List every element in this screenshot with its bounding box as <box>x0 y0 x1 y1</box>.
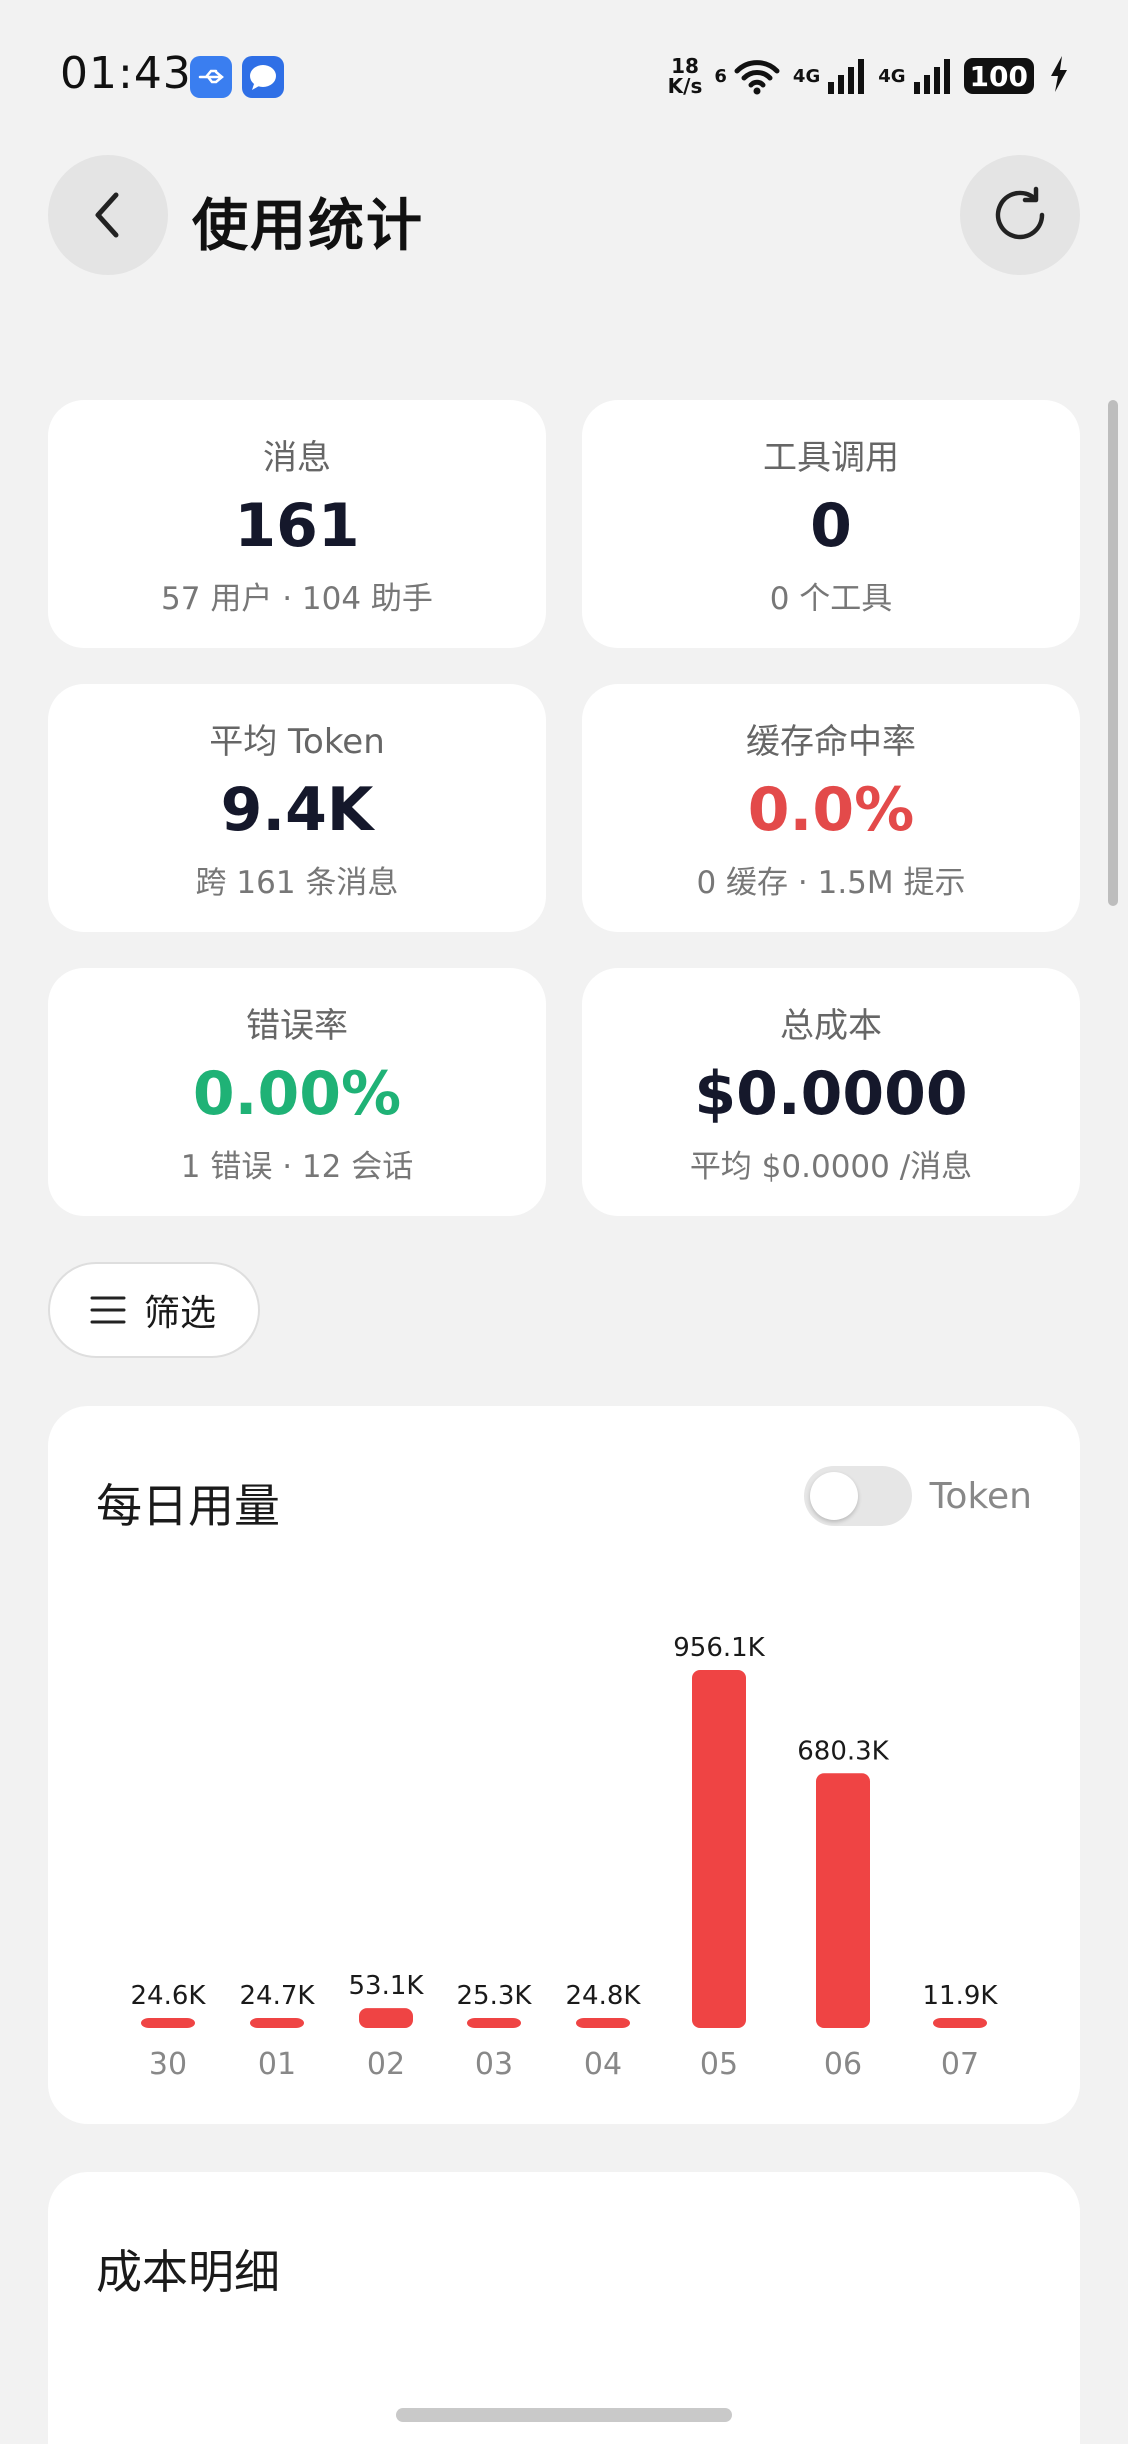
usb-icon <box>190 56 232 98</box>
chart-x-tick-label: 06 <box>824 2047 862 2082</box>
stat-card-tool-calls: 工具调用 0 0 个工具 <box>582 400 1080 648</box>
stat-subtext: 0 缓存 · 1.5M 提示 <box>696 865 966 901</box>
chart-bar <box>933 2018 987 2028</box>
stat-cards-grid: 消息 161 57 用户 · 104 助手 工具调用 0 0 个工具 平均 To… <box>48 400 1080 1216</box>
stat-label: 工具调用 <box>763 438 899 478</box>
chart-data-label: 956.1K <box>673 1633 765 1663</box>
wifi-label: 6 <box>714 65 727 87</box>
chart-x-tick-label: 01 <box>258 2047 296 2082</box>
stat-card-avg-token: 平均 Token 9.4K 跨 161 条消息 <box>48 684 546 932</box>
message-icon <box>242 56 284 98</box>
battery-icon: 100 <box>963 58 1034 94</box>
chart-data-label: 24.8K <box>566 1981 642 2011</box>
charging-icon <box>1050 56 1068 96</box>
scrollbar[interactable] <box>1108 400 1118 906</box>
chevron-left-icon <box>95 192 119 238</box>
stat-card-cache-hit-rate: 缓存命中率 0.0% 0 缓存 · 1.5M 提示 <box>582 684 1080 932</box>
stat-subtext: 57 用户 · 104 助手 <box>161 581 433 617</box>
stat-card-total-cost: 总成本 $0.0000 平均 $0.0000 /消息 <box>582 968 1080 1216</box>
usage-stats-screen: 01:43 18 K/s 6 4G 4G 100 使用统计 消息 161 57 … <box>0 0 1128 2444</box>
signal-2-label: 4G <box>878 65 906 87</box>
daily-usage-chart: 24.6K 30 24.7K 01 53.1K 02 25.3K 03 24.8K 04 956.1… <box>131 1633 999 2082</box>
stat-value: 9.4K <box>220 775 374 845</box>
filter-label: 筛选 <box>144 1293 217 1334</box>
chart-bar <box>816 1773 870 2028</box>
chart-bar <box>692 1670 746 2028</box>
chart-data-label: 24.7K <box>240 1981 316 2011</box>
stat-value: 0 <box>810 491 852 561</box>
chart-data-label: 53.1K <box>349 1971 425 2001</box>
status-time: 01:43 <box>60 48 192 99</box>
battery-level: 100 <box>963 58 1034 94</box>
stat-card-error-rate: 错误率 0.00% 1 错误 · 12 会话 <box>48 968 546 1216</box>
cost-detail-title: 成本明细 <box>96 2245 280 2299</box>
net-speed-unit: K/s <box>667 74 703 98</box>
back-button[interactable] <box>48 155 168 275</box>
page-title: 使用统计 <box>192 194 424 259</box>
stat-subtext: 1 错误 · 12 会话 <box>180 1149 414 1185</box>
signal-1-label: 4G <box>792 65 821 87</box>
stat-subtext: 0 个工具 <box>769 581 893 617</box>
stat-card-messages: 消息 161 57 用户 · 104 助手 <box>48 400 546 648</box>
stat-label: 平均 Token <box>209 722 385 762</box>
stat-subtext: 跨 161 条消息 <box>195 865 399 901</box>
chart-x-tick-label: 03 <box>475 2047 513 2082</box>
daily-usage-panel: 每日用量 Token 24.6K 30 24.7K 01 53.1K 02 25.3K 03 2… <box>48 1406 1080 2124</box>
chart-data-label: 25.3K <box>457 1981 533 2011</box>
chart-data-label: 680.3K <box>797 1736 889 1766</box>
chart-bar <box>576 2018 630 2028</box>
chart-x-tick-label: 07 <box>941 2047 979 2082</box>
net-speed: 18 K/s <box>668 56 703 96</box>
chart-bar <box>467 2018 521 2028</box>
signal-icon <box>826 58 866 94</box>
stat-label: 缓存命中率 <box>746 722 916 762</box>
chart-data-label: 11.9K <box>923 1981 999 2011</box>
refresh-button[interactable] <box>960 155 1080 275</box>
chart-x-tick-label: 05 <box>700 2047 738 2082</box>
stat-label: 消息 <box>263 438 331 478</box>
stat-label: 错误率 <box>246 1006 348 1046</box>
stat-value: 0.00% <box>192 1059 402 1129</box>
wifi-icon <box>733 57 781 95</box>
home-indicator[interactable] <box>396 2408 732 2422</box>
chart-bar <box>141 2018 195 2028</box>
stat-value: 0.0% <box>747 775 915 845</box>
stat-subtext: 平均 $0.0000 /消息 <box>689 1149 973 1185</box>
status-indicators: 18 K/s 6 4G 4G 100 <box>668 52 1068 100</box>
stat-label: 总成本 <box>780 1006 882 1046</box>
chart-x-tick-label: 04 <box>584 2047 622 2082</box>
signal-icon <box>912 58 952 94</box>
net-speed-value: 18 <box>671 54 699 78</box>
refresh-icon <box>995 186 1045 240</box>
stat-value: $0.0000 <box>694 1059 968 1129</box>
chart-x-tick-label: 02 <box>367 2047 405 2082</box>
chart-bar <box>359 2008 413 2028</box>
app-header: 使用统计 <box>0 155 1128 279</box>
status-bar: 01:43 18 K/s 6 4G 4G 100 <box>0 0 1128 150</box>
chart-x-tick-label: 30 <box>149 2047 187 2082</box>
menu-icon <box>90 1296 126 1324</box>
cost-detail-panel: 成本明细 <box>48 2172 1080 2444</box>
chart-data-label: 24.6K <box>131 1981 207 2011</box>
chart-bar <box>250 2018 304 2028</box>
filter-button[interactable]: 筛选 <box>48 1262 260 1358</box>
stat-value: 161 <box>234 491 360 561</box>
